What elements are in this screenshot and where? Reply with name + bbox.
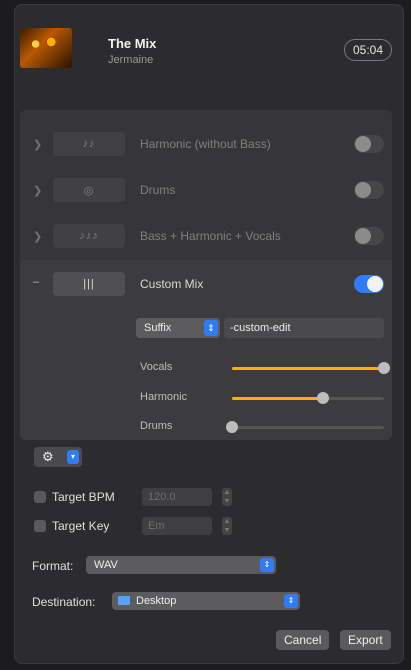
stem-label: Harmonic (without Bass)	[140, 137, 271, 151]
slider-drums[interactable]	[226, 421, 384, 433]
stem-thumbnail: ◎	[53, 178, 125, 202]
duration-badge: 05:04	[343, 39, 392, 61]
stem-list: ❯ ♪♪ Harmonic (without Bass) ❯ ◎ Drums ❯…	[20, 110, 392, 440]
cancel-button[interactable]: Cancel	[276, 630, 330, 650]
destination-select-value: Desktop	[136, 595, 177, 607]
slider-fill	[232, 367, 384, 370]
toggle-knob	[355, 228, 371, 244]
target-key-checkbox[interactable]	[34, 520, 46, 532]
chevron-updown-icon: ⇕	[284, 594, 298, 608]
target-key-stepper[interactable]: ▲ ▼	[222, 517, 232, 535]
stem-row-custom-mix[interactable]: – ||| Custom Mix	[20, 260, 392, 310]
track-header: The Mix Jermaine 05:04	[18, 22, 392, 72]
stem-label: Drums	[140, 183, 176, 197]
stem-row-harmonic[interactable]: ❯ ♪♪ Harmonic (without Bass)	[20, 120, 392, 170]
stem-toggle[interactable]	[354, 227, 384, 245]
toggle-knob	[367, 276, 383, 292]
stem-row-bass-harmonic-vocals[interactable]: ❯ ♪♪♪ Bass + Harmonic + Vocals	[20, 212, 392, 262]
stem-row-drums[interactable]: ❯ ◎ Drums	[20, 166, 392, 216]
slider-label-harmonic: Harmonic	[140, 391, 188, 403]
target-key-label: Target Key	[52, 519, 110, 533]
suffix-select-value: Suffix	[144, 322, 172, 334]
stem-thumbnail: ♪♪♪	[53, 224, 125, 248]
destination-select[interactable]: Desktop ⇕	[112, 592, 300, 610]
album-cover	[20, 28, 72, 68]
toggle-knob	[355, 136, 371, 152]
stem-label: Custom Mix	[140, 277, 204, 291]
slider-handle[interactable]	[317, 392, 330, 404]
track-artist: Jermaine	[108, 54, 154, 66]
stem-thumbnail: |||	[53, 272, 125, 296]
format-select[interactable]: WAV ⇕	[86, 556, 276, 574]
slider-vocals[interactable]	[232, 362, 390, 374]
slider-label-drums: Drums	[140, 420, 173, 432]
chevron-down-icon[interactable]: –	[33, 276, 39, 288]
track-title: The Mix	[108, 36, 157, 51]
settings-menu-button[interactable]: ⚙ ▾	[34, 447, 82, 467]
slider-handle[interactable]	[378, 362, 390, 374]
suffix-input[interactable]	[224, 318, 384, 338]
suffix-select[interactable]: Suffix ⇕	[136, 318, 220, 338]
chevron-down-icon: ▾	[67, 450, 79, 464]
chevron-updown-icon: ⇕	[260, 558, 274, 572]
gear-icon: ⚙	[42, 449, 54, 464]
folder-icon	[118, 596, 130, 605]
target-bpm-checkbox[interactable]	[34, 491, 46, 503]
target-bpm-stepper[interactable]: ▲ ▼	[222, 488, 232, 506]
target-bpm-field[interactable]: 120.0	[142, 488, 212, 506]
format-select-value: WAV	[94, 559, 118, 571]
target-bpm-label: Target BPM	[52, 490, 115, 504]
target-key-field[interactable]: Em	[142, 517, 212, 535]
format-label: Format:	[32, 559, 74, 573]
stem-toggle[interactable]	[354, 135, 384, 153]
stem-toggle[interactable]	[354, 181, 384, 199]
slider-label-vocals: Vocals	[140, 361, 173, 373]
chevron-updown-icon: ⇕	[204, 320, 218, 336]
chevron-right-icon[interactable]: ❯	[33, 138, 42, 151]
chevron-right-icon[interactable]: ❯	[33, 230, 42, 243]
chevron-right-icon[interactable]: ❯	[33, 184, 42, 197]
custom-mix-section: – ||| Custom Mix Suffix ⇕ Vocals Harmoni…	[20, 260, 392, 440]
stem-thumbnail: ♪♪	[53, 132, 125, 156]
slider-fill	[232, 397, 324, 400]
toggle-knob	[355, 182, 371, 198]
stem-toggle[interactable]	[354, 275, 384, 293]
stem-label: Bass + Harmonic + Vocals	[140, 229, 281, 243]
destination-label: Destination:	[32, 595, 96, 609]
slider-harmonic[interactable]	[232, 392, 384, 404]
slider-handle[interactable]	[226, 421, 238, 433]
export-button[interactable]: Export	[340, 630, 391, 650]
